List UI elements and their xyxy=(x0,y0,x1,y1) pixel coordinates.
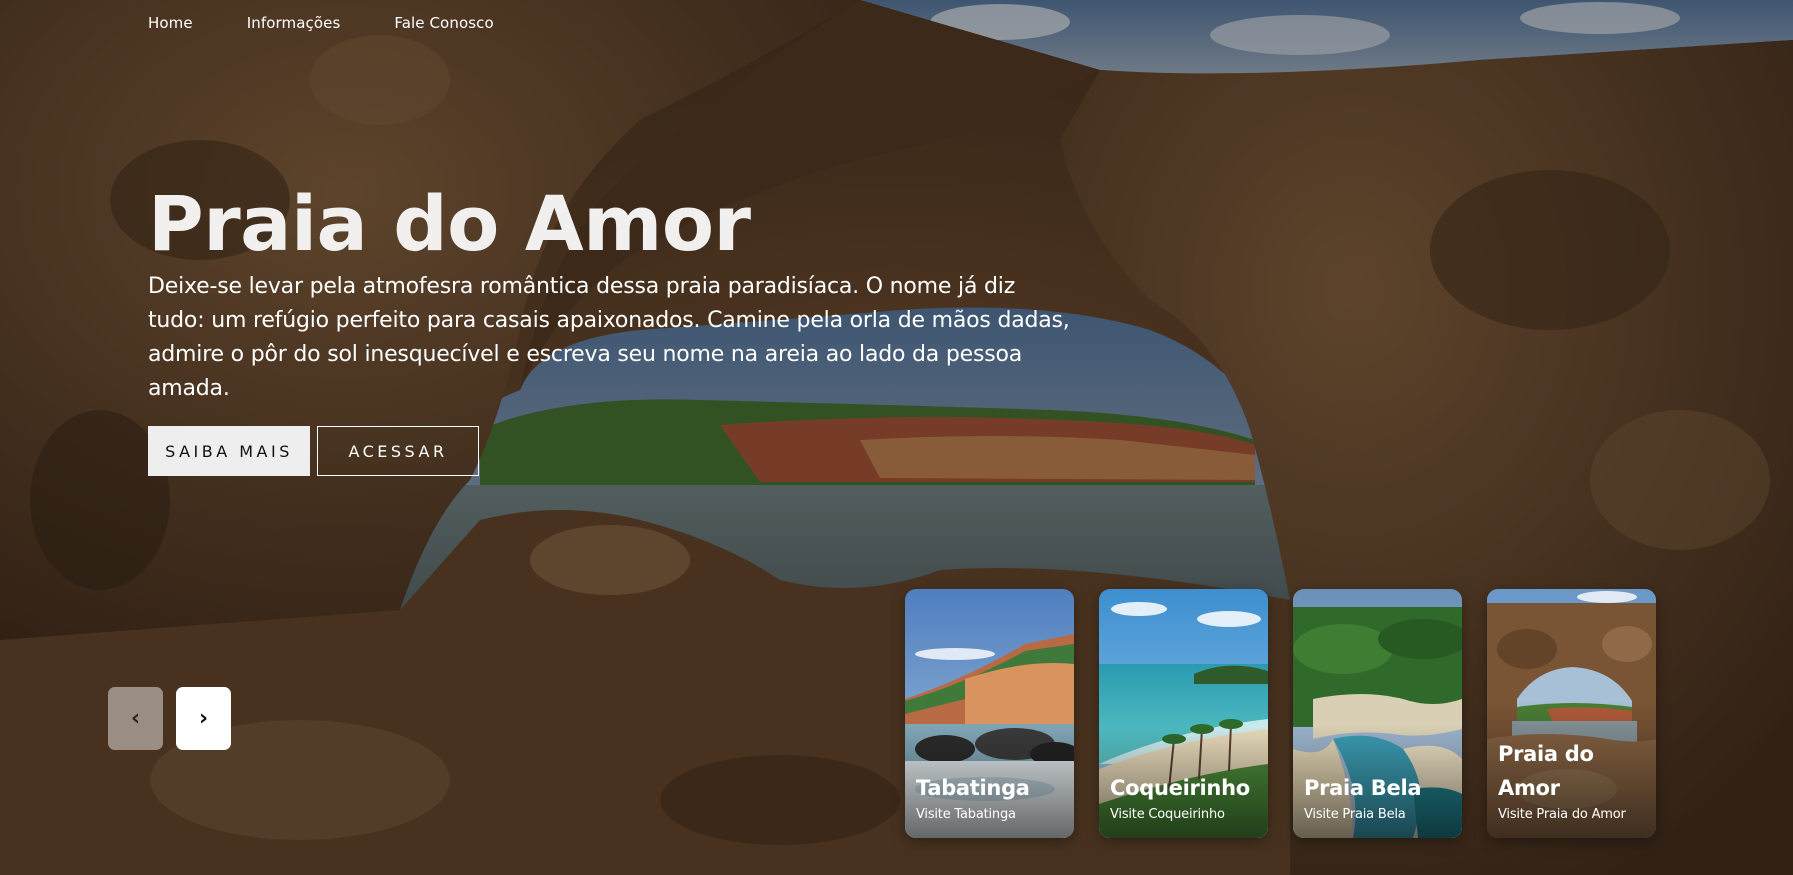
card-tabatinga[interactable]: Tabatinga Visite Tabatinga xyxy=(905,589,1074,838)
card-coqueirinho[interactable]: Coqueirinho Visite Coqueirinho xyxy=(1099,589,1268,838)
nav-link-fale-conosco[interactable]: Fale Conosco xyxy=(394,14,493,32)
nav-link-informacoes[interactable]: Informações xyxy=(247,14,341,32)
saiba-mais-button[interactable]: SAIBA MAIS xyxy=(148,426,310,476)
card-text: Praia Bela Visite Praia Bela xyxy=(1304,771,1456,824)
card-text: Coqueirinho Visite Coqueirinho xyxy=(1110,771,1262,824)
card-praia-do-amor[interactable]: Praia do Amor Visite Praia do Amor xyxy=(1487,589,1656,838)
card-subtitle: Visite Praia do Amor xyxy=(1498,807,1626,822)
card-text: Praia do Amor Visite Praia do Amor xyxy=(1498,737,1650,824)
page-title: Praia do Amor xyxy=(148,179,751,268)
hero-section: Home Informações Fale Conosco Praia do A… xyxy=(0,0,1793,875)
hero-description: Deixe-se levar pela atmofesra romântica … xyxy=(148,274,1070,401)
card-text: Tabatinga Visite Tabatinga xyxy=(916,771,1068,824)
nav-link-home[interactable]: Home xyxy=(148,14,193,32)
card-subtitle: Visite Coqueirinho xyxy=(1110,807,1225,822)
card-title: Tabatinga xyxy=(916,776,1030,800)
card-title: Praia do Amor xyxy=(1498,742,1594,800)
card-subtitle: Visite Praia Bela xyxy=(1304,807,1406,822)
card-subtitle: Visite Tabatinga xyxy=(916,807,1016,822)
chevron-right-icon[interactable]: › xyxy=(176,687,231,750)
chevron-left-icon[interactable]: ‹ xyxy=(108,687,163,750)
acessar-button[interactable]: ACESSAR xyxy=(317,426,479,476)
top-navigation: Home Informações Fale Conosco xyxy=(148,14,494,32)
destination-cards: Tabatinga Visite Tabatinga Coqueirinho V… xyxy=(905,589,1656,838)
hero-content: Praia do Amor Deixe-se levar pela atmofe… xyxy=(148,178,1078,476)
card-title: Coqueirinho xyxy=(1110,776,1250,800)
card-title: Praia Bela xyxy=(1304,776,1422,800)
slider-controls: ‹ › xyxy=(108,687,231,750)
hero-buttons: SAIBA MAIS ACESSAR xyxy=(148,426,1078,476)
card-praia-bela[interactable]: Praia Bela Visite Praia Bela xyxy=(1293,589,1462,838)
